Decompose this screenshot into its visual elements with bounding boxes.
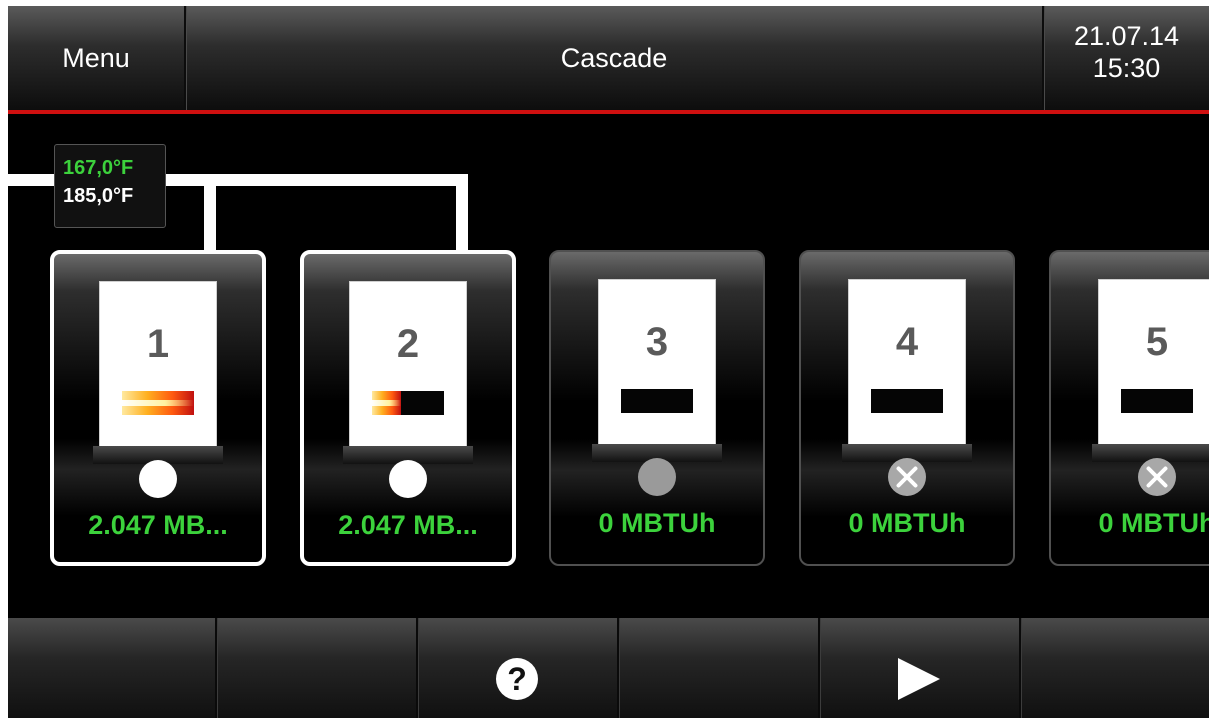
setpoint-temperature: 185,0°F (63, 185, 134, 207)
boiler-card-1[interactable]: 1 2.047 MB... (50, 250, 266, 566)
boiler-panel: 4 (849, 280, 965, 444)
flame-indicator (871, 389, 943, 413)
flame-indicator (621, 389, 693, 413)
status-idle-icon (638, 458, 676, 496)
status-on-icon (139, 460, 177, 498)
status-on-icon (389, 460, 427, 498)
pipe-to-boiler-2 (456, 174, 468, 254)
menu-button[interactable]: Menu (8, 6, 184, 110)
status-off-icon (888, 458, 926, 496)
pipe-to-boiler-1 (204, 174, 216, 254)
boiler-number: 2 (396, 322, 420, 366)
flame-indicator (1121, 389, 1193, 413)
boiler-output: 2.047 MB... (338, 510, 478, 540)
boiler-output: 0 MBTUh (848, 508, 966, 538)
flame-icon (122, 391, 194, 415)
boiler-panel: 2 (350, 282, 466, 446)
toolbar-divider (215, 618, 217, 718)
boiler-panel: 5 (1099, 280, 1209, 444)
boiler-card-4[interactable]: 4 0 MBTUh (799, 250, 1015, 566)
boiler-output: 0 MBTUh (598, 508, 716, 538)
question-icon: ? (496, 658, 538, 700)
flame-icon (372, 391, 401, 415)
status-off-icon (1138, 458, 1176, 496)
boiler-number: 3 (645, 320, 669, 364)
boiler-output: 0 MBTUh (1098, 508, 1209, 538)
boiler-card-3[interactable]: 3 0 MBTUh (549, 250, 765, 566)
boiler-panel: 1 (100, 282, 216, 446)
toolbar-divider (1019, 618, 1021, 718)
flame-indicator (122, 391, 194, 415)
boiler-number: 5 (1145, 320, 1169, 364)
boiler-card-2[interactable]: 2 2.047 MB... (300, 250, 516, 566)
play-icon (898, 658, 940, 700)
boiler-panel: 3 (599, 280, 715, 444)
flame-indicator (372, 391, 444, 415)
help-button[interactable]: ? (417, 618, 617, 718)
page-title: Cascade (560, 42, 668, 73)
header-accent-line (8, 110, 1209, 114)
time-label: 15:30 (1092, 53, 1161, 83)
boiler-number: 1 (146, 322, 170, 366)
temperature-box[interactable]: 167,0°F 185,0°F (54, 144, 166, 228)
datetime-display[interactable]: 21.07.14 15:30 (1044, 20, 1209, 84)
boiler-output: 2.047 MB... (88, 510, 228, 540)
toolbar-divider (617, 618, 619, 718)
actual-temperature: 167,0°F (63, 157, 134, 179)
next-button[interactable] (819, 618, 1019, 718)
cascade-screen: Menu Cascade 21.07.14 15:30 167,0°F 185,… (8, 6, 1209, 718)
date-label: 21.07.14 (1073, 21, 1180, 51)
boiler-number: 4 (895, 320, 919, 364)
boiler-card-5[interactable]: 5 0 MBTUh (1049, 250, 1209, 566)
